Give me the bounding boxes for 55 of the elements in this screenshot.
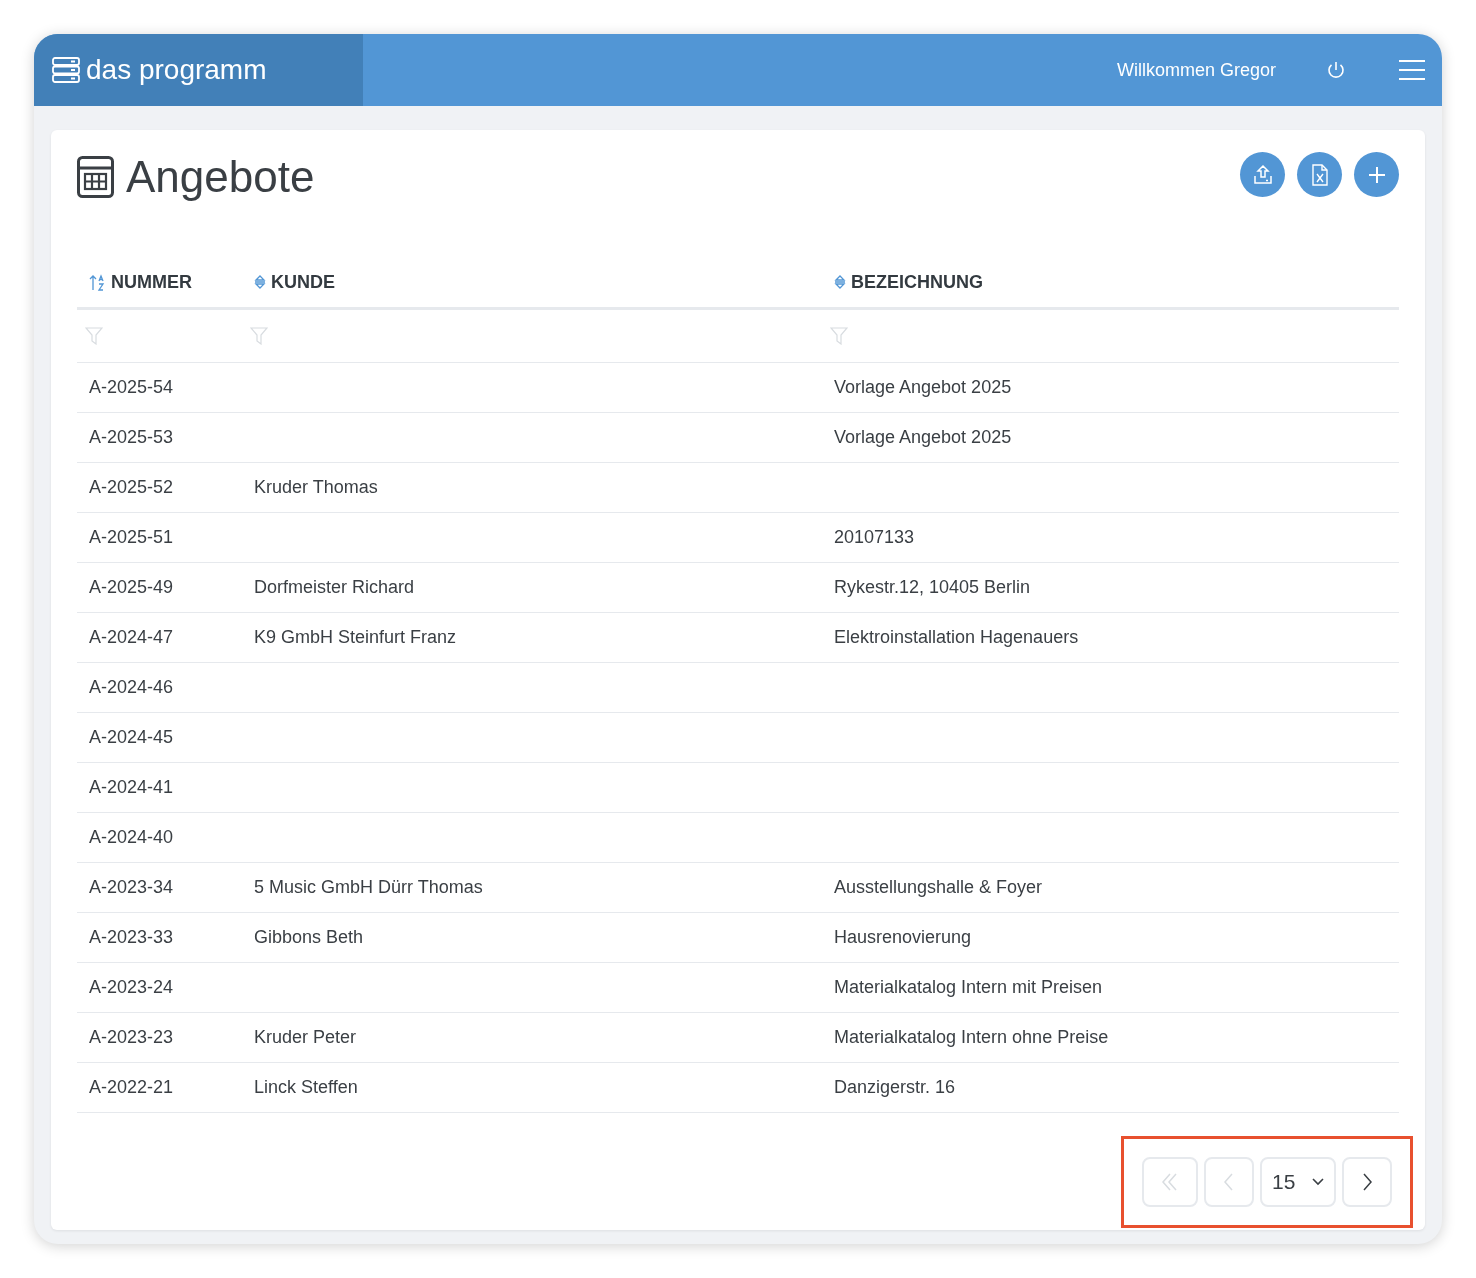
table-cell: Vorlage Angebot 2025	[834, 376, 1012, 397]
table-cell: Kruder Peter	[254, 1026, 357, 1047]
filter-icon[interactable]	[830, 326, 848, 345]
table-cell: A-2023-23	[89, 1026, 174, 1047]
table-cell: A-2024-45	[89, 726, 174, 747]
table-cell: Hausrenovierung	[834, 926, 972, 947]
filter-icon[interactable]	[85, 326, 103, 345]
table-cell: 5 Music GmbH Dürr Thomas	[254, 876, 483, 897]
plus-icon	[1366, 164, 1387, 185]
table-cell: Materialkatalog Intern mit Preisen	[834, 976, 1103, 997]
power-icon[interactable]	[1326, 60, 1346, 80]
table-cell: K9 GmbH Steinfurt Franz	[254, 626, 457, 647]
table-cell: A-2024-41	[89, 776, 174, 797]
table-cell: Rykestr.12, 10405 Berlin	[834, 576, 1031, 597]
column-header[interactable]: BEZEICHNUNG	[851, 268, 983, 296]
welcome-text: Willkommen Gregor	[1116, 58, 1276, 82]
next-page-button[interactable]	[1342, 1157, 1392, 1207]
spreadsheet-file-icon	[1310, 163, 1329, 186]
column-header[interactable]: NUMMER	[111, 268, 192, 296]
plus-button[interactable]	[1354, 152, 1399, 197]
table-cell: A-2025-51	[89, 526, 174, 547]
table-cell: A-2025-53	[89, 426, 174, 447]
table-cell: A-2025-54	[89, 376, 174, 397]
menu-icon[interactable]	[1398, 59, 1426, 81]
table-cell: Dorfmeister Richard	[254, 576, 415, 597]
app-name: das programm	[86, 53, 267, 87]
page-size-select[interactable]: 15	[1260, 1157, 1336, 1207]
table-cell: A-2025-49	[89, 576, 174, 597]
table-cell: A-2023-33	[89, 926, 174, 947]
upload-button[interactable]	[1240, 152, 1285, 197]
table-cell: A-2024-40	[89, 826, 174, 847]
calculator-icon	[77, 156, 114, 198]
table-cell: 20107133	[834, 526, 915, 547]
table-cell: A-2025-52	[89, 476, 174, 497]
table-cell: A-2023-34	[89, 876, 174, 897]
table-cell: A-2023-24	[89, 976, 174, 997]
upload-icon	[1251, 163, 1274, 186]
column-header[interactable]: KUNDE	[271, 268, 335, 296]
table-cell: Danzigerstr. 16	[834, 1076, 956, 1097]
table-cell: Elektroinstallation Hagenauers	[834, 626, 1079, 647]
filter-icon[interactable]	[250, 326, 268, 345]
page-title: Angebote	[126, 151, 315, 203]
table-cell: A-2024-46	[89, 676, 174, 697]
chevron-down-icon	[1312, 1178, 1324, 1186]
table-cell: A-2024-47	[89, 626, 174, 647]
table-cell: Gibbons Beth	[254, 926, 364, 947]
table-cell: A-2022-21	[89, 1076, 174, 1097]
first-page-icon	[1161, 1172, 1179, 1192]
server-icon	[52, 57, 80, 83]
spreadsheet-file-button[interactable]	[1297, 152, 1342, 197]
table-cell: Linck Steffen	[254, 1076, 358, 1097]
table-cell: Materialkatalog Intern ohne Preise	[834, 1026, 1109, 1047]
table-cell: Ausstellungshalle & Foyer	[834, 876, 1043, 897]
table-cell: Vorlage Angebot 2025	[834, 426, 1012, 447]
table-cell: Kruder Thomas	[254, 476, 378, 497]
